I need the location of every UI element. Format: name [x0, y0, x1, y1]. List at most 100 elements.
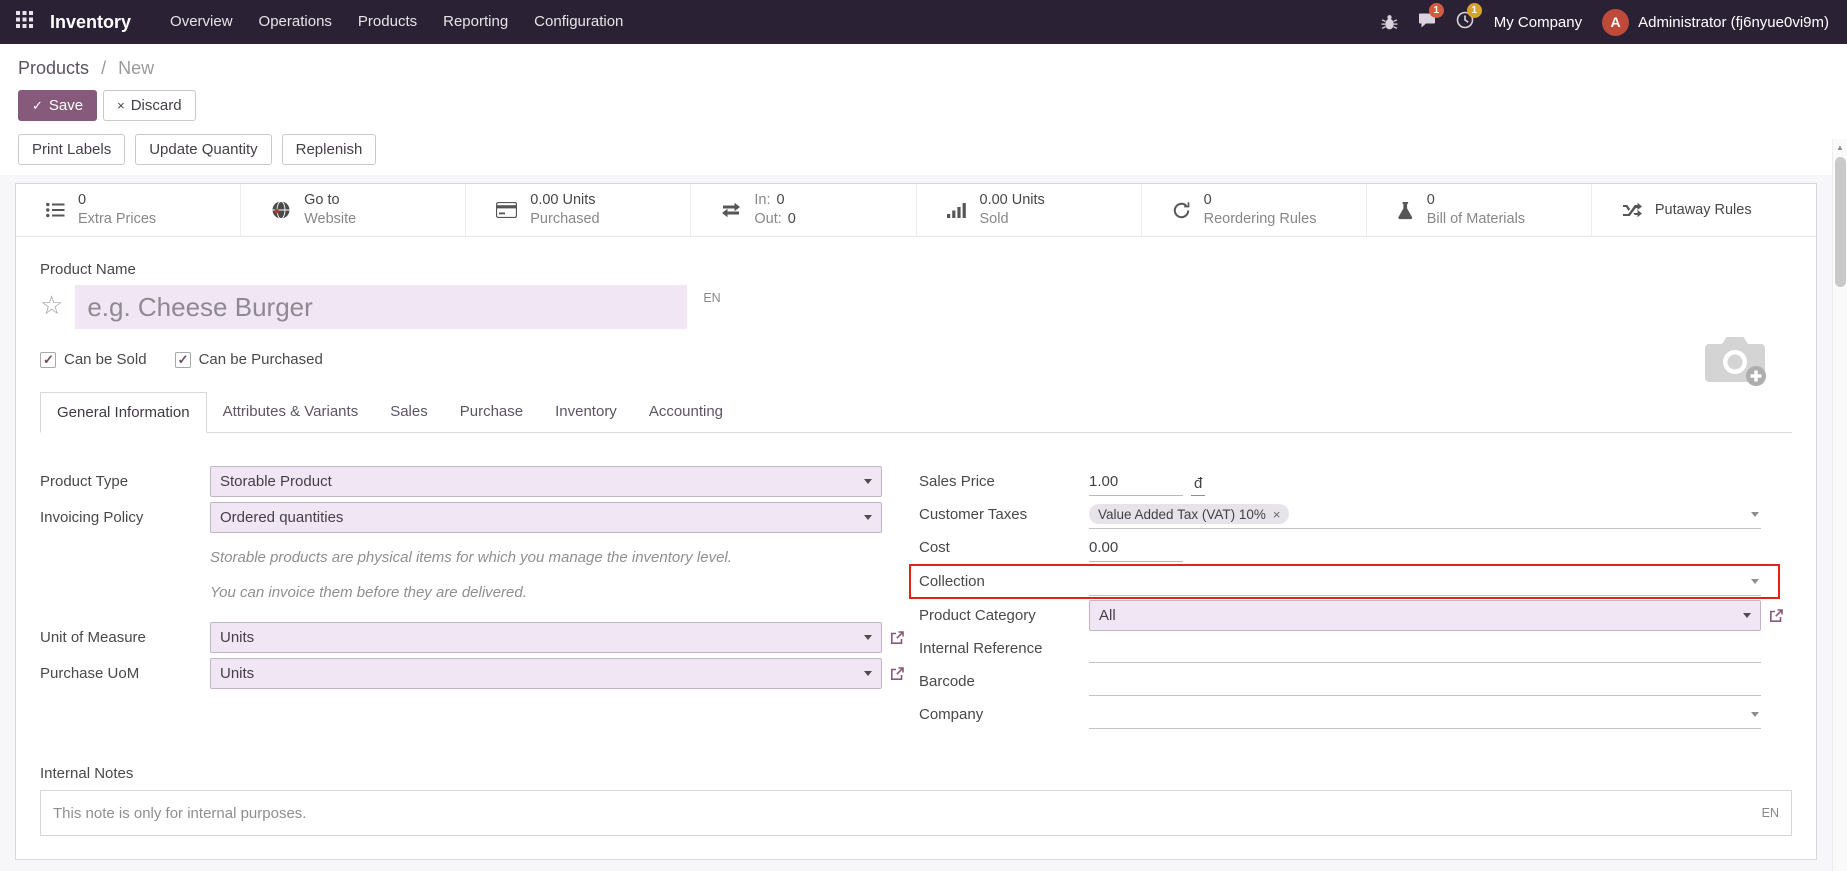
apps-menu-button[interactable]	[0, 0, 48, 44]
stat-putaway-rules[interactable]: Putaway Rules	[1592, 184, 1816, 236]
sales-price-label: Sales Price	[919, 473, 1089, 490]
content-area: 0Extra Prices Go toWebsite 0.00 UnitsPur…	[0, 175, 1847, 871]
product-name-row: ☆ EN	[40, 285, 1792, 329]
currency-symbol: đ	[1191, 468, 1205, 496]
purchase-uom-label: Purchase UoM	[40, 665, 210, 682]
tax-tag[interactable]: Value Added Tax (VAT) 10% ×	[1089, 504, 1289, 524]
product-type-select[interactable]: Storable Product	[210, 466, 882, 497]
tab-inventory[interactable]: Inventory	[539, 392, 633, 432]
top-navbar: Inventory Overview Operations Products R…	[0, 0, 1847, 44]
menu-operations[interactable]: Operations	[246, 0, 345, 44]
breadcrumb-products-link[interactable]: Products	[18, 58, 89, 78]
storable-help-text: Storable products are physical items for…	[210, 549, 895, 566]
camera-icon	[1700, 332, 1770, 395]
invoicing-policy-label: Invoicing Policy	[40, 509, 210, 526]
sales-price-input[interactable]	[1089, 468, 1183, 496]
stat-extra-prices[interactable]: 0Extra Prices	[16, 184, 241, 236]
menu-overview[interactable]: Overview	[157, 0, 246, 44]
uom-label: Unit of Measure	[40, 629, 210, 646]
product-category-label: Product Category	[919, 607, 1089, 624]
tab-sales[interactable]: Sales	[374, 392, 444, 432]
barcode-input[interactable]	[1089, 667, 1761, 696]
chevron-down-icon	[1751, 512, 1759, 521]
favorite-star-icon[interactable]: ☆	[40, 285, 63, 325]
purchase-uom-select[interactable]: Units	[210, 658, 882, 689]
stat-button-row: 0Extra Prices Go toWebsite 0.00 UnitsPur…	[16, 184, 1816, 237]
breadcrumb-new: New	[118, 58, 154, 78]
stat-in-out[interactable]: In:0 Out:0	[691, 184, 916, 236]
invoicing-policy-select[interactable]: Ordered quantities	[210, 502, 882, 533]
can-be-purchased-checkbox[interactable]: Can be Purchased	[175, 351, 323, 368]
notes-language-badge[interactable]: EN	[1762, 806, 1779, 820]
messages-button[interactable]: 1	[1418, 11, 1436, 34]
print-labels-button[interactable]: Print Labels	[18, 134, 125, 165]
barcode-label: Barcode	[919, 673, 1089, 690]
collection-field[interactable]	[1089, 567, 1761, 596]
replenish-button[interactable]: Replenish	[282, 134, 377, 165]
chevron-down-icon	[864, 671, 872, 680]
discard-button[interactable]: ×Discard	[103, 90, 195, 121]
menu-configuration[interactable]: Configuration	[521, 0, 636, 44]
checkbox-checked-icon	[175, 352, 191, 368]
menu-reporting[interactable]: Reporting	[430, 0, 521, 44]
credit-card-icon	[496, 202, 517, 218]
external-link-icon[interactable]	[890, 631, 904, 645]
stat-sold[interactable]: 0.00 UnitsSold	[917, 184, 1142, 236]
product-image-placeholder[interactable]	[1682, 323, 1788, 403]
company-label: Company	[919, 706, 1089, 723]
stat-go-to-website[interactable]: Go toWebsite	[241, 184, 466, 236]
company-switcher[interactable]: My Company	[1494, 14, 1582, 31]
can-be-sold-checkbox[interactable]: Can be Sold	[40, 351, 147, 368]
shuffle-icon	[1622, 202, 1642, 218]
invoice-help-text: You can invoice them before they are del…	[210, 584, 895, 601]
form-left-column: Product Type Storable Product Invoicing …	[40, 465, 895, 731]
globe-icon	[271, 200, 291, 220]
activities-button[interactable]: 1	[1456, 11, 1474, 34]
breadcrumb: Products / New	[0, 44, 1847, 80]
chevron-down-icon	[864, 635, 872, 644]
scroll-up-arrow[interactable]: ▲	[1833, 139, 1847, 155]
tab-purchase[interactable]: Purchase	[444, 392, 539, 432]
chevron-down-icon	[1743, 613, 1751, 622]
scrollbar-thumb[interactable]	[1835, 157, 1846, 287]
vertical-scrollbar[interactable]: ▲	[1832, 139, 1847, 871]
general-information-form: Product Type Storable Product Invoicing …	[40, 465, 1792, 731]
chevron-down-icon	[1751, 712, 1759, 721]
tab-accounting[interactable]: Accounting	[633, 392, 739, 432]
product-category-select[interactable]: All	[1089, 600, 1761, 631]
collection-label: Collection	[919, 573, 1089, 590]
app-name[interactable]: Inventory	[50, 12, 131, 33]
tab-general-information[interactable]: General Information	[40, 392, 207, 433]
internal-reference-input[interactable]	[1089, 634, 1761, 663]
user-menu[interactable]: A Administrator (fj6nyue0vi9m)	[1602, 9, 1829, 36]
customer-taxes-field[interactable]: Value Added Tax (VAT) 10% ×	[1089, 500, 1761, 529]
product-name-input[interactable]	[75, 285, 687, 329]
avatar: A	[1602, 9, 1629, 36]
tab-attributes-variants[interactable]: Attributes & Variants	[207, 392, 375, 432]
checkbox-checked-icon	[40, 352, 56, 368]
cost-input[interactable]	[1089, 534, 1183, 562]
language-badge[interactable]: EN	[703, 291, 720, 305]
stat-reordering-rules[interactable]: 0Reordering Rules	[1142, 184, 1367, 236]
sale-purchase-checkboxes: Can be Sold Can be Purchased	[40, 351, 1792, 368]
save-button[interactable]: ✓Save	[18, 90, 97, 121]
company-field[interactable]	[1089, 700, 1761, 729]
internal-notes-input[interactable]	[53, 805, 1750, 822]
internal-notes-box: EN	[40, 790, 1792, 836]
menu-products[interactable]: Products	[345, 0, 430, 44]
check-icon: ✓	[32, 98, 43, 113]
navbar-systray: 1 1 My Company A Administrator (fj6nyue0…	[1381, 9, 1829, 36]
product-name-label: Product Name	[40, 261, 1792, 278]
uom-select[interactable]: Units	[210, 622, 882, 653]
form-right-column: Sales Price đ Customer Taxes Value Added…	[919, 465, 1792, 731]
stat-purchased[interactable]: 0.00 UnitsPurchased	[466, 184, 691, 236]
product-form-sheet: 0Extra Prices Go toWebsite 0.00 UnitsPur…	[15, 183, 1817, 860]
external-link-icon[interactable]	[890, 667, 904, 681]
debug-bug-icon[interactable]	[1381, 14, 1398, 31]
tag-remove-icon[interactable]: ×	[1273, 508, 1281, 521]
update-quantity-button[interactable]: Update Quantity	[135, 134, 271, 165]
stat-bill-of-materials[interactable]: 0Bill of Materials	[1367, 184, 1592, 236]
action-buttons-row: Print Labels Update Quantity Replenish	[0, 121, 1847, 175]
refresh-icon	[1172, 201, 1191, 220]
external-link-icon[interactable]	[1769, 609, 1783, 623]
